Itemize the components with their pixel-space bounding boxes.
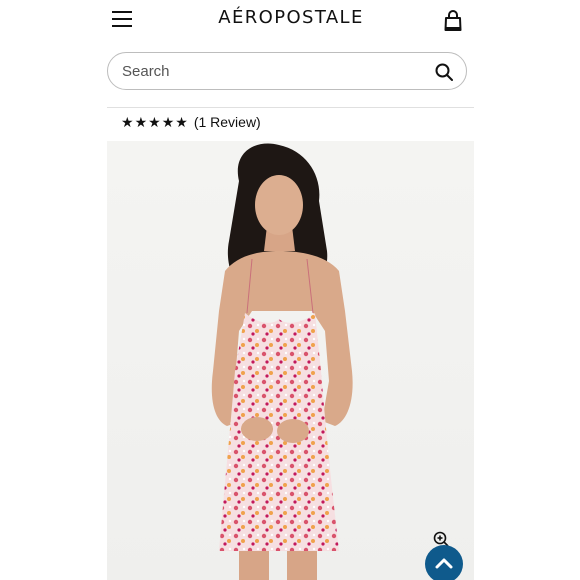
product-image[interactable] <box>107 141 474 580</box>
site-header: AÉROPOSTALE <box>107 0 474 44</box>
review-count-link[interactable]: (1 Review) <box>194 113 261 131</box>
star-icon: ★ <box>175 114 188 130</box>
mobile-page: AÉROPOSTALE ★ ★ ★ ★ ★ (1 Review) <box>107 0 474 580</box>
left-margin <box>0 0 107 580</box>
star-rating: ★ ★ ★ ★ ★ <box>121 113 188 131</box>
shopping-bag-icon[interactable] <box>444 10 462 32</box>
model-photo <box>211 143 353 580</box>
right-margin <box>474 0 580 580</box>
product-rating: ★ ★ ★ ★ ★ (1 Review) <box>121 112 261 132</box>
star-icon: ★ <box>121 114 134 130</box>
chevron-up-icon <box>435 558 453 569</box>
star-icon: ★ <box>161 114 175 130</box>
search-input[interactable] <box>122 59 412 83</box>
star-icon: ★ <box>134 114 148 130</box>
hamburger-menu-icon[interactable] <box>112 9 132 29</box>
scroll-to-top-button[interactable] <box>425 545 463 580</box>
search-bar <box>107 52 467 90</box>
header-divider <box>107 107 474 108</box>
star-icon: ★ <box>148 114 161 130</box>
brand-logo[interactable]: AÉROPOSTALE <box>203 5 379 31</box>
search-icon[interactable] <box>435 63 453 81</box>
